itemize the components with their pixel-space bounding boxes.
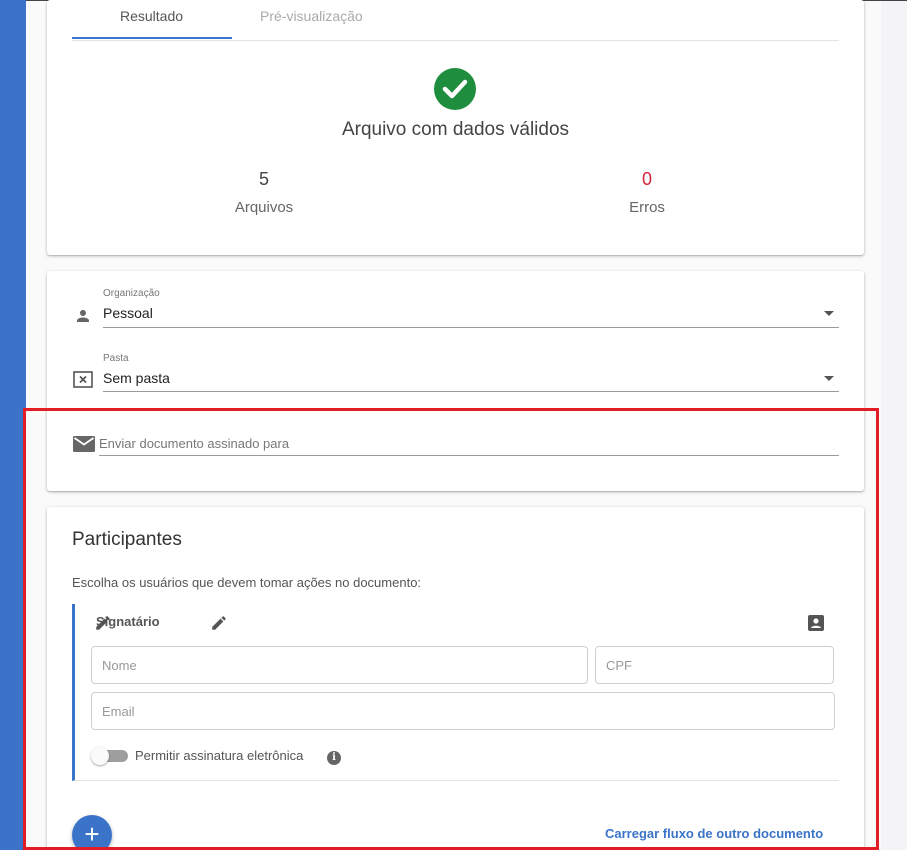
contact-card-icon[interactable] — [807, 614, 825, 637]
participants-description: Escolha os usuários que devem tomar açõe… — [72, 575, 422, 590]
send-to-underline — [99, 455, 839, 456]
sidebar-strip — [0, 0, 26, 850]
folder-underline — [103, 391, 839, 392]
email-input[interactable] — [91, 692, 835, 730]
chevron-down-icon[interactable] — [824, 376, 834, 381]
name-input[interactable] — [91, 646, 588, 684]
folder-label: Pasta — [103, 353, 129, 364]
load-flow-link[interactable]: Carregar fluxo de outro documento — [605, 826, 823, 841]
tab-resultado[interactable]: Resultado — [120, 8, 183, 24]
participants-card: Participantes Escolha os usuários que de… — [47, 507, 864, 850]
cpf-input[interactable] — [595, 646, 834, 684]
participant-role-label: Signatário — [96, 614, 160, 629]
errors-label: Erros — [629, 199, 665, 216]
tab-pre-visualizacao[interactable]: Pré-visualização — [260, 8, 363, 24]
active-tab-indicator — [72, 37, 232, 39]
chevron-down-icon[interactable] — [824, 311, 834, 316]
tab-bar: Resultado Pré-visualização — [72, 0, 839, 41]
result-card: Resultado Pré-visualização Arquivo com d… — [47, 0, 864, 255]
result-title: Arquivo com dados válidos — [341, 119, 570, 140]
electronic-signature-label: Permitir assinatura eletrônica — [135, 748, 304, 763]
check-circle-icon — [434, 68, 476, 110]
send-signed-to-input[interactable] — [99, 433, 839, 453]
organization-underline — [103, 327, 839, 328]
person-icon — [74, 307, 92, 330]
mail-icon — [73, 435, 95, 458]
settings-card: Organização Pessoal Pasta Sem pasta — [47, 271, 864, 491]
add-participant-button[interactable]: + — [72, 815, 112, 850]
edit-icon[interactable] — [210, 614, 228, 637]
organization-select[interactable]: Pessoal — [103, 305, 153, 321]
files-label: Arquivos — [234, 199, 294, 216]
info-icon[interactable]: i — [327, 751, 341, 765]
folder-x-icon — [73, 371, 93, 394]
folder-select[interactable]: Sem pasta — [103, 370, 170, 386]
organization-label: Organização — [103, 288, 160, 299]
files-count: 5 — [258, 169, 269, 189]
errors-count: 0 — [641, 169, 652, 189]
toggle-thumb[interactable] — [91, 747, 109, 765]
participants-title: Participantes — [72, 529, 182, 550]
